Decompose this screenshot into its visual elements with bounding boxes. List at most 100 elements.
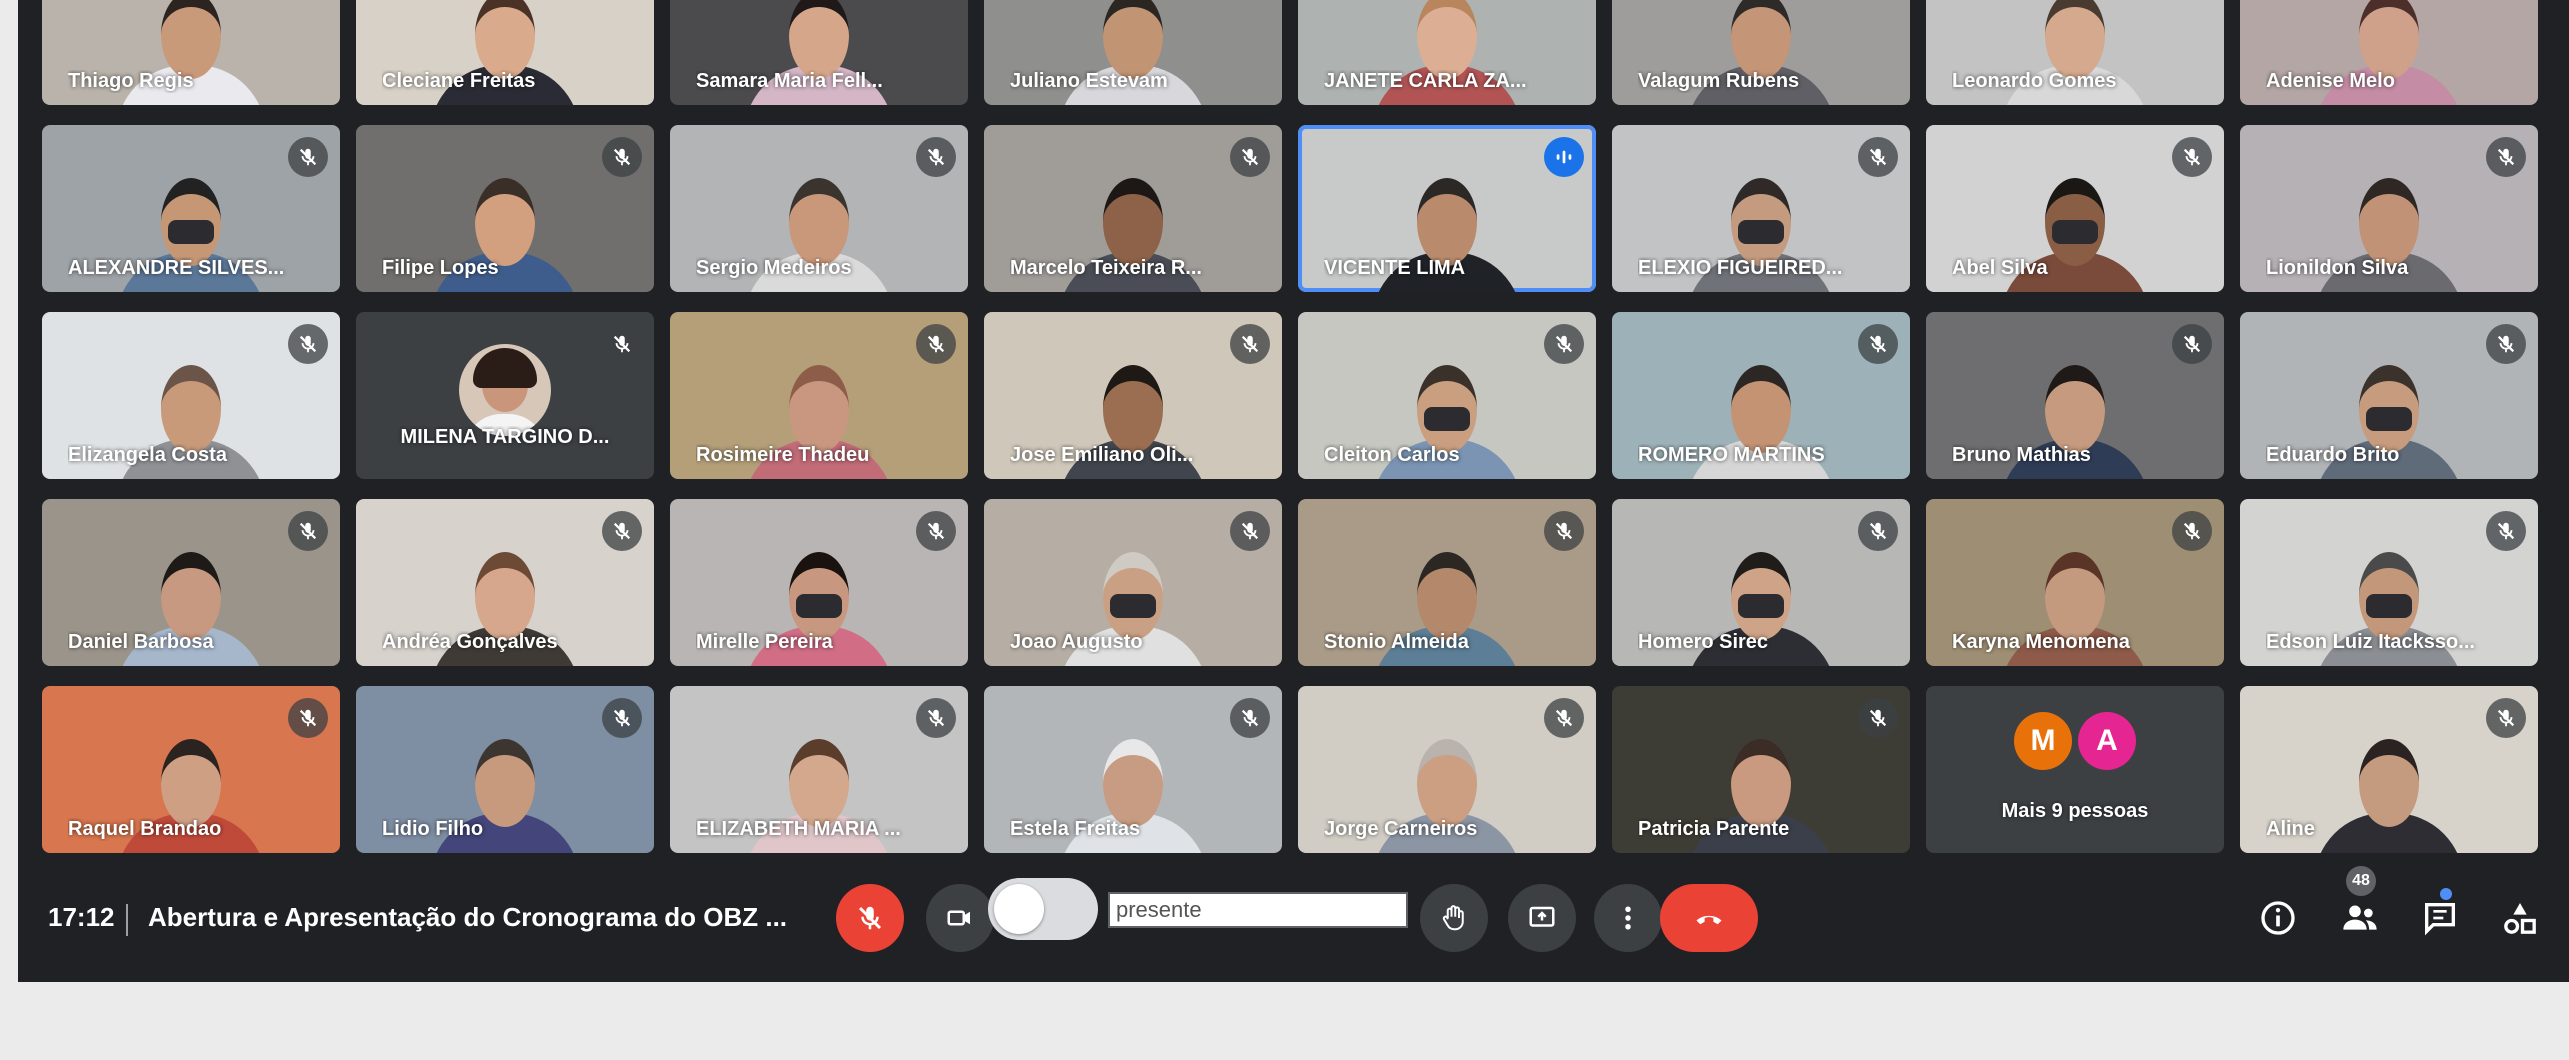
participant-tile-thiago-regis[interactable]: Thiago Regis <box>42 0 340 105</box>
mic-muted-icon <box>1544 698 1584 738</box>
raise-hand-button[interactable] <box>1420 884 1488 952</box>
mic-muted-icon <box>2172 324 2212 364</box>
participant-tile-karyna-menomena[interactable]: Karyna Menomena <box>1926 499 2224 666</box>
participant-name: Daniel Barbosa <box>68 631 214 653</box>
participant-tile-milena-targino-d[interactable]: MILENA TARGINO D... <box>356 312 654 479</box>
present-screen-button[interactable] <box>1508 884 1576 952</box>
participant-name: ELEXIO FIGUEIRED... <box>1638 257 1843 279</box>
activities-button[interactable] <box>2492 890 2548 946</box>
participant-tile-cleciane-freitas[interactable]: Cleciane Freitas <box>356 0 654 105</box>
more-people-avatars: MA <box>2014 712 2136 770</box>
participant-name: Raquel Brandao <box>68 818 222 840</box>
participant-name: Sergio Medeiros <box>696 257 852 279</box>
participant-tile-daniel-barbosa[interactable]: Daniel Barbosa <box>42 499 340 666</box>
participant-name: Aline <box>2266 818 2315 840</box>
chat-button[interactable] <box>2412 890 2468 946</box>
participant-tile-joao-augusto[interactable]: Joao Augusto <box>984 499 1282 666</box>
participant-name: Patricia Parente <box>1638 818 1790 840</box>
chat-icon <box>2425 903 2455 936</box>
participant-name: Rosimeire Thadeu <box>696 444 870 466</box>
participant-tile-jose-emiliano-oli[interactable]: Jose Emiliano Oli... <box>984 312 1282 479</box>
participant-tile-leonardo-gomes[interactable]: Leonardo Gomes <box>1926 0 2224 105</box>
mic-muted-icon <box>1858 511 1898 551</box>
participants-count-badge: 48 <box>2346 866 2376 896</box>
participant-name: Edson Luiz Itacksso... <box>2266 631 2475 653</box>
control-bar: 17:12 Abertura e Apresentação do Cronogr… <box>18 860 2569 982</box>
participant-tile-adenise-melo[interactable]: Adenise Melo <box>2240 0 2538 105</box>
participant-name: ELIZABETH MARIA ... <box>696 818 901 840</box>
participant-tile-edson-luiz-itacksso[interactable]: Edson Luiz Itacksso... <box>2240 499 2538 666</box>
participant-name: Mirelle Pereira <box>696 631 833 653</box>
people-button[interactable] <box>2332 890 2388 946</box>
participant-tile-bruno-mathias[interactable]: Bruno Mathias <box>1926 312 2224 479</box>
participant-tile-homero-sirec[interactable]: Homero Sirec <box>1612 499 1910 666</box>
participant-initial-avatar: M <box>2014 712 2072 770</box>
participant-tile-eduardo-brito[interactable]: Eduardo Brito <box>2240 312 2538 479</box>
mic-muted-icon <box>288 698 328 738</box>
participant-name: Leonardo Gomes <box>1952 70 2117 92</box>
participant-name: ROMERO MARTINS <box>1638 444 1825 466</box>
participant-tile-estela-freitas[interactable]: Estela Freitas <box>984 686 1282 853</box>
participant-tile-lidio-filho[interactable]: Lidio Filho <box>356 686 654 853</box>
participant-tile-janete-carla-za[interactable]: JANETE CARLA ZA... <box>1298 0 1596 105</box>
more-options-button[interactable] <box>1594 884 1662 952</box>
mic-toggle-button[interactable] <box>836 884 904 952</box>
mic-muted-icon <box>916 137 956 177</box>
participant-tile-romero-martins[interactable]: ROMERO MARTINS <box>1612 312 1910 479</box>
participant-tile-patricia-parente[interactable]: Patricia Parente <box>1612 686 1910 853</box>
chat-notification-dot <box>2440 888 2452 900</box>
participant-tile-stonio-almeida[interactable]: Stonio Almeida <box>1298 499 1596 666</box>
participant-tile-samara-maria-fell[interactable]: Samara Maria Fell... <box>670 0 968 105</box>
participant-tile-filipe-lopes[interactable]: Filipe Lopes <box>356 125 654 292</box>
meeting-time: 17:12 <box>48 902 115 932</box>
participant-tile-abel-silva[interactable]: Abel Silva <box>1926 125 2224 292</box>
participant-initial-avatar: A <box>2078 712 2136 770</box>
participant-name: Joao Augusto <box>1010 631 1143 653</box>
participant-name: Estela Freitas <box>1010 818 1141 840</box>
camera-toggle-button[interactable] <box>926 884 994 952</box>
participant-tile-andrea-goncalves[interactable]: Andréa Gonçalves <box>356 499 654 666</box>
background-toggle[interactable] <box>988 878 1098 940</box>
mic-muted-icon <box>1230 324 1270 364</box>
mic-muted-icon <box>1230 698 1270 738</box>
participant-tile-vicente-lima[interactable]: VICENTE LIMA <box>1298 125 1596 292</box>
mic-muted-icon <box>2172 137 2212 177</box>
participant-tile-aline[interactable]: Aline <box>2240 686 2538 853</box>
mic-muted-icon <box>1544 511 1584 551</box>
hang-up-button[interactable] <box>1660 884 1758 952</box>
participant-tile-valagum-rubens[interactable]: Valagum Rubens <box>1612 0 1910 105</box>
participant-tile-raquel-brandao[interactable]: Raquel Brandao <box>42 686 340 853</box>
participant-tile-elexio-figueired[interactable]: ELEXIO FIGUEIRED... <box>1612 125 1910 292</box>
participant-name: JANETE CARLA ZA... <box>1324 70 1527 92</box>
participant-tile-alexandre-silves[interactable]: ALEXANDRE SILVES... <box>42 125 340 292</box>
participant-tile-mais-9-pessoas[interactable]: M A Mais 9 pessoas <box>1926 686 2224 853</box>
participant-tile-rosimeire-thadeu[interactable]: Rosimeire Thadeu <box>670 312 968 479</box>
mic-muted-icon <box>1230 137 1270 177</box>
mic-muted-icon <box>602 324 642 364</box>
camera-icon <box>947 910 970 926</box>
chat-input[interactable] <box>1108 892 1408 928</box>
mic-muted-icon <box>2486 137 2526 177</box>
participant-tile-lionildon-silva[interactable]: Lionildon Silva <box>2240 125 2538 292</box>
participant-name: Eduardo Brito <box>2266 444 2400 466</box>
participant-name: Cleiton Carlos <box>1324 444 1460 466</box>
participant-tile-juliano-estevam[interactable]: Juliano Estevam <box>984 0 1282 105</box>
participant-tile-jorge-carneiros[interactable]: Jorge Carneiros <box>1298 686 1596 853</box>
mic-muted-icon <box>916 698 956 738</box>
participant-name: Jose Emiliano Oli... <box>1010 444 1194 466</box>
mic-muted-icon <box>1858 698 1898 738</box>
participant-name: Samara Maria Fell... <box>696 70 883 92</box>
participant-tile-mirelle-pereira[interactable]: Mirelle Pereira <box>670 499 968 666</box>
participant-tile-sergio-medeiros[interactable]: Sergio Medeiros <box>670 125 968 292</box>
participant-name: Bruno Mathias <box>1952 444 2091 466</box>
participant-tile-elizangela-costa[interactable]: Elizangela Costa <box>42 312 340 479</box>
participant-name: Elizangela Costa <box>68 444 227 466</box>
participant-tile-cleiton-carlos[interactable]: Cleiton Carlos <box>1298 312 1596 479</box>
participant-tile-marcelo-teixeira-r[interactable]: Marcelo Teixeira R... <box>984 125 1282 292</box>
participant-name: Filipe Lopes <box>382 257 499 279</box>
participant-tile-elizabeth-maria[interactable]: ELIZABETH MARIA ... <box>670 686 968 853</box>
raise-hand-icon <box>1442 905 1464 931</box>
meeting-info-button[interactable] <box>2250 890 2306 946</box>
participant-name: Homero Sirec <box>1638 631 1769 653</box>
meeting-title: Abertura e Apresentação do Cronograma do… <box>148 902 788 932</box>
